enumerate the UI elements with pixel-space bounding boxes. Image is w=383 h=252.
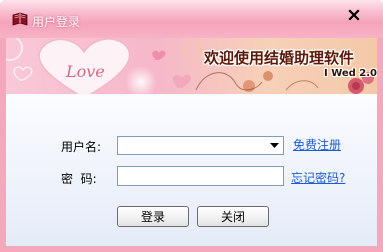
love-decoration-text: Love bbox=[66, 62, 105, 81]
username-combobox[interactable] bbox=[117, 136, 284, 155]
close-window-button[interactable] bbox=[340, 7, 370, 25]
chevron-down-icon[interactable] bbox=[267, 139, 281, 152]
username-label: 用户名: bbox=[61, 140, 102, 154]
login-button[interactable]: 登录 bbox=[117, 206, 189, 227]
forgot-password-link[interactable]: 忘记密码? bbox=[291, 169, 345, 186]
title-bar[interactable]: 用户登录 bbox=[0, 0, 383, 38]
close-icon bbox=[348, 9, 360, 21]
login-window: 用户登录 Love 欢迎使用结婚助理软件 I Wed 2.0 用户名: 免费注册… bbox=[0, 0, 383, 252]
banner-headline: 欢迎使用结婚助理软件 bbox=[204, 49, 355, 67]
window-title: 用户登录 bbox=[32, 15, 81, 29]
register-link[interactable]: 免费注册 bbox=[293, 136, 341, 153]
username-input[interactable] bbox=[118, 137, 266, 154]
close-button[interactable]: 关闭 bbox=[197, 206, 269, 227]
welcome-banner: Love 欢迎使用结婚助理软件 I Wed 2.0 bbox=[6, 38, 377, 94]
banner-subtitle: I Wed 2.0 bbox=[324, 68, 377, 79]
password-label: 密 码: bbox=[61, 172, 97, 186]
login-form: 用户名: 免费注册 密 码: 忘记密码? 登录 关闭 bbox=[6, 94, 377, 246]
password-input[interactable] bbox=[117, 166, 284, 186]
book-icon bbox=[11, 11, 29, 27]
